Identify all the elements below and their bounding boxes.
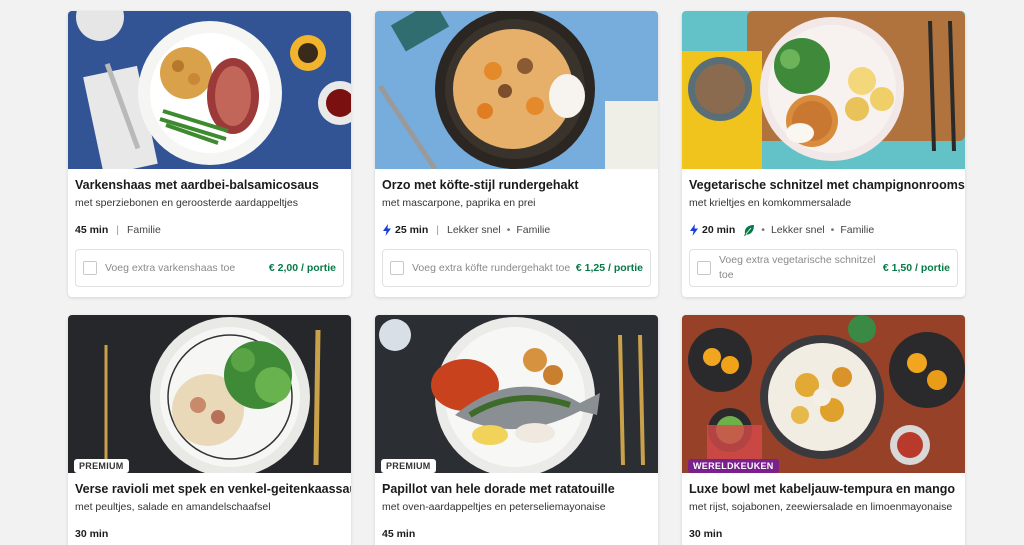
- checkbox-icon[interactable]: [83, 261, 97, 275]
- prep-time: 25 min: [395, 224, 429, 236]
- recipe-title[interactable]: Verse ravioli met spek en venkel-geitenk…: [75, 481, 351, 497]
- checkbox-icon[interactable]: [697, 261, 711, 275]
- recipe-subtitle: met krieltjes en komkommersalade: [689, 197, 852, 209]
- tag-label: Lekker snel: [770, 224, 825, 236]
- recipe-card[interactable]: Vegetarische schnitzel met champignonroo…: [682, 11, 965, 297]
- meta-dot: •: [761, 224, 765, 236]
- recipe-meta: 30 min: [689, 527, 958, 541]
- prep-time: 45 min: [75, 224, 109, 236]
- tag-label: Familie: [127, 224, 161, 236]
- lightning-bolt-icon: [690, 224, 698, 236]
- tag-label: Familie: [516, 224, 551, 236]
- recipe-photo[interactable]: PREMIUM: [68, 315, 351, 473]
- recipe-meta: 25 min | Lekker snel • Familie: [382, 223, 651, 237]
- recipe-grid: Varkenshaas met aardbei-balsamicosaus me…: [0, 0, 1024, 545]
- recipe-card[interactable]: Orzo met köfte-stijl rundergehakt met ma…: [375, 11, 658, 297]
- tag-label: Lekker snel: [447, 224, 501, 236]
- meta-dot: •: [830, 224, 835, 236]
- extra-price: € 1,25 / portie: [575, 262, 643, 274]
- recipe-title[interactable]: Vegetarische schnitzel met champignonroo…: [689, 177, 965, 193]
- recipe-title[interactable]: Luxe bowl met kabeljauw-tempura en mango: [689, 481, 958, 497]
- recipe-title[interactable]: Varkenshaas met aardbei-balsamicosaus: [75, 177, 344, 193]
- recipe-subtitle: met oven-aardappeltjes en peterseliemayo…: [382, 501, 606, 513]
- extra-label: Voeg extra vegetarische schnitzel toe: [719, 254, 876, 281]
- extra-price: € 2,00 / portie: [268, 262, 336, 274]
- leaf-icon: [744, 225, 755, 236]
- recipe-meta: 45 min | Familie: [75, 223, 344, 237]
- recipe-photo[interactable]: PREMIUM: [375, 315, 658, 473]
- recipe-subtitle: met rijst, sojabonen, zeewiersalade en l…: [689, 501, 953, 513]
- recipe-photo[interactable]: [68, 11, 351, 169]
- tag-label: Familie: [840, 224, 875, 236]
- prep-time: 30 min: [75, 528, 109, 540]
- extra-label: Voeg extra köfte rundergehakt toe: [412, 261, 571, 274]
- world-cuisine-badge: WERELDKEUKEN: [688, 459, 779, 473]
- checkbox-icon[interactable]: [390, 261, 404, 275]
- recipe-title[interactable]: Papillot van hele dorade met ratatouille: [382, 481, 651, 497]
- prep-time: 20 min: [702, 224, 736, 236]
- recipe-subtitle: met mascarpone, paprika en prei: [382, 197, 536, 209]
- premium-badge: PREMIUM: [74, 459, 129, 473]
- recipe-card[interactable]: Varkenshaas met aardbei-balsamicosaus me…: [68, 11, 351, 297]
- prep-time: 45 min: [382, 528, 416, 540]
- recipe-card[interactable]: PREMIUM Verse ravioli met spek en venkel…: [68, 315, 351, 545]
- recipe-meta: 45 min: [382, 527, 651, 541]
- recipe-subtitle: met peultjes, salade en amandelschaafsel: [75, 501, 271, 513]
- recipe-card[interactable]: PREMIUM Papillot van hele dorade met rat…: [375, 315, 658, 545]
- premium-badge: PREMIUM: [381, 459, 436, 473]
- lightning-bolt-icon: [383, 224, 391, 236]
- recipe-meta: 30 min: [75, 527, 344, 541]
- extra-addon[interactable]: Voeg extra vegetarische schnitzel toe € …: [689, 249, 958, 287]
- meta-separator: |: [116, 224, 119, 236]
- recipe-meta: 20 min • Lekker snel • Familie: [689, 223, 958, 237]
- recipe-title[interactable]: Orzo met köfte-stijl rundergehakt: [382, 177, 651, 193]
- recipe-photo[interactable]: [375, 11, 658, 169]
- prep-time: 30 min: [689, 528, 723, 540]
- recipe-subtitle: met sperziebonen en geroosterde aardappe…: [75, 197, 298, 209]
- recipe-photo[interactable]: WERELDKEUKEN: [682, 315, 965, 473]
- recipe-photo[interactable]: [682, 11, 965, 169]
- meta-dot: •: [506, 224, 511, 236]
- meta-separator: |: [436, 224, 439, 236]
- extra-addon[interactable]: Voeg extra köfte rundergehakt toe € 1,25…: [382, 249, 651, 287]
- extra-addon[interactable]: Voeg extra varkenshaas toe € 2,00 / port…: [75, 249, 344, 287]
- extra-price: € 1,50 / portie: [882, 262, 950, 274]
- extra-label: Voeg extra varkenshaas toe: [105, 261, 236, 274]
- recipe-card[interactable]: WERELDKEUKEN Luxe bowl met kabeljauw-tem…: [682, 315, 965, 545]
